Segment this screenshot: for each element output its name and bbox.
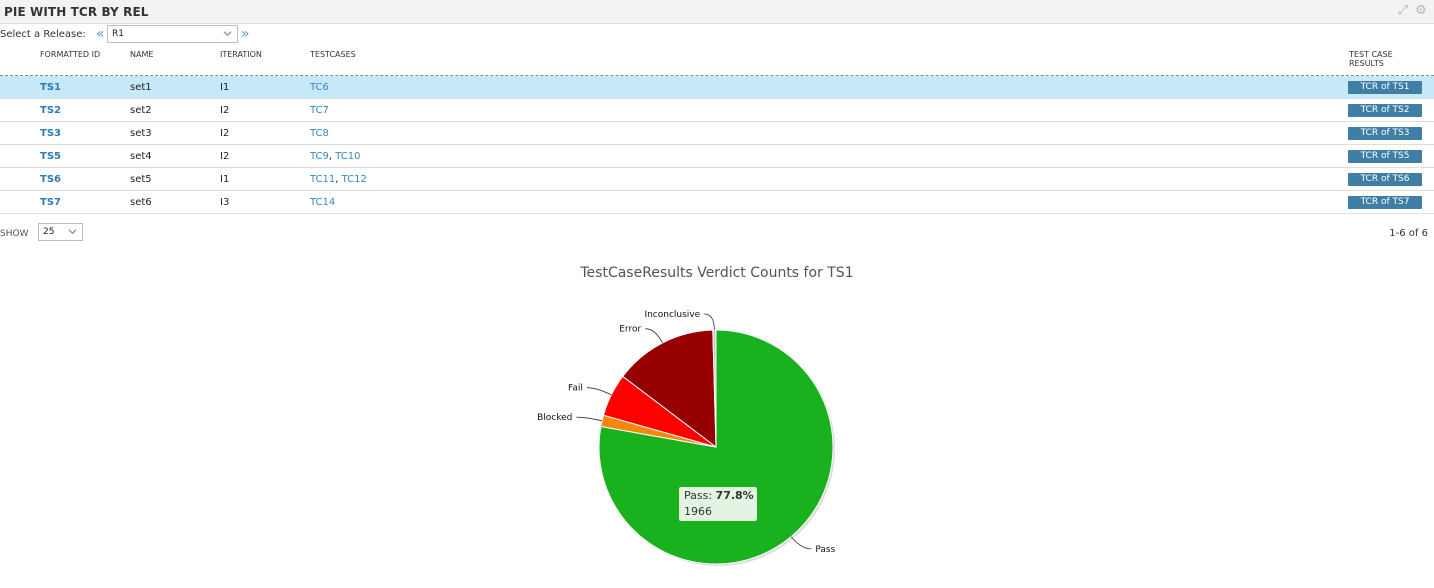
tooltip-series-name: Pass bbox=[684, 489, 709, 502]
tooltip-value: 1966 bbox=[684, 505, 712, 518]
pie-chart: Pass Blocked Fail ErrorInconclusive Pass: 77… bbox=[537, 310, 836, 566]
pie-connector bbox=[586, 387, 612, 396]
chart-tooltip: Pass: 77.8% 1966 bbox=[677, 485, 759, 523]
tooltip-series: Pass: 77.8% bbox=[684, 489, 754, 502]
pie-connector bbox=[645, 328, 663, 344]
tooltip-percent: 77.8% bbox=[716, 489, 754, 502]
pie-connector bbox=[790, 536, 812, 550]
pie-label: Inconclusive bbox=[644, 310, 700, 320]
pie-connector bbox=[576, 416, 603, 422]
pie-label: Blocked bbox=[537, 413, 572, 423]
pie-label: Fail bbox=[568, 384, 583, 394]
pie-label: Error bbox=[619, 325, 641, 335]
pie-connector bbox=[704, 313, 715, 331]
pie-label: Pass bbox=[815, 545, 835, 555]
tooltip-colon: : bbox=[708, 489, 715, 502]
